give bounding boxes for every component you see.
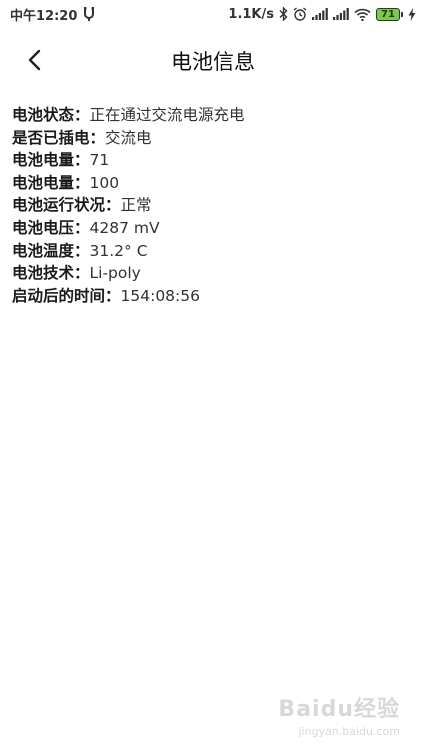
status-bar-left: 中午12:20 <box>10 5 95 24</box>
battery-info-screen: 中午12:20 1.1K/s 71 电池信息 电池状态：正在通过交流电源充电 是… <box>0 0 426 756</box>
info-label: 是否已插电： <box>12 128 106 147</box>
info-row-status: 电池状态：正在通过交流电源充电 <box>12 104 416 127</box>
battery-tip <box>401 11 403 17</box>
info-value: 交流电 <box>105 128 152 147</box>
info-value: 100 <box>89 173 120 192</box>
status-bar: 中午12:20 1.1K/s 71 <box>0 0 426 28</box>
info-value: 正在通过交流电源充电 <box>89 106 245 124</box>
network-speed: 1.1K/s <box>228 6 274 22</box>
info-label: 电池电量： <box>12 151 90 170</box>
info-value: 31.2° C <box>89 241 148 260</box>
info-row-level: 电池电量：71 <box>12 149 416 172</box>
info-row-temperature: 电池温度：31.2° C <box>12 240 416 263</box>
battery-icon: 71 <box>376 7 403 21</box>
info-label: 电池电压： <box>12 218 90 237</box>
usb-debug-icon <box>83 7 95 21</box>
info-label: 电池温度： <box>12 241 90 260</box>
info-row-uptime: 启动后的时间：154:08:56 <box>12 285 416 308</box>
info-row-voltage: 电池电压：4287 mV <box>12 217 416 240</box>
status-bar-right: 1.1K/s 71 <box>228 7 416 22</box>
signal-icon <box>312 8 328 20</box>
info-label: 启动后的时间： <box>12 286 121 305</box>
watermark-brand: Baidu经验 <box>278 697 400 722</box>
info-value: 154:08:56 <box>120 286 200 305</box>
watermark-url: jingyan.baidu.com <box>298 725 400 738</box>
bluetooth-icon <box>279 7 288 21</box>
status-time: 中午12:20 <box>10 8 78 24</box>
info-label: 电池技术： <box>12 264 90 283</box>
info-value: 正常 <box>120 196 152 215</box>
battery-level: 71 <box>376 7 400 21</box>
info-value: 4287 mV <box>89 218 160 237</box>
signal-icon <box>333 8 349 20</box>
info-label: 电池电量： <box>12 173 90 192</box>
charging-icon <box>408 7 416 21</box>
info-row-technology: 电池技术：Li-poly <box>12 262 416 285</box>
wifi-icon <box>354 8 371 21</box>
info-row-health: 电池运行状况：正常 <box>12 194 416 217</box>
page-title: 电池信息 <box>171 50 255 74</box>
alarm-icon <box>293 7 307 21</box>
info-label: 电池运行状况： <box>12 196 121 215</box>
watermark: Baidu经验 jingyan.baidu.com <box>278 691 400 738</box>
info-label: 电池状态： <box>12 106 90 124</box>
info-row-plugged: 是否已插电：交流电 <box>12 127 416 150</box>
info-value: 71 <box>89 151 110 170</box>
info-row-scale: 电池电量：100 <box>12 172 416 195</box>
info-value: Li-poly <box>89 264 141 283</box>
battery-info-list: 电池状态：正在通过交流电源充电 是否已插电：交流电 电池电量：71 电池电量：1… <box>12 104 416 307</box>
title-bar: 电池信息 <box>0 36 426 84</box>
